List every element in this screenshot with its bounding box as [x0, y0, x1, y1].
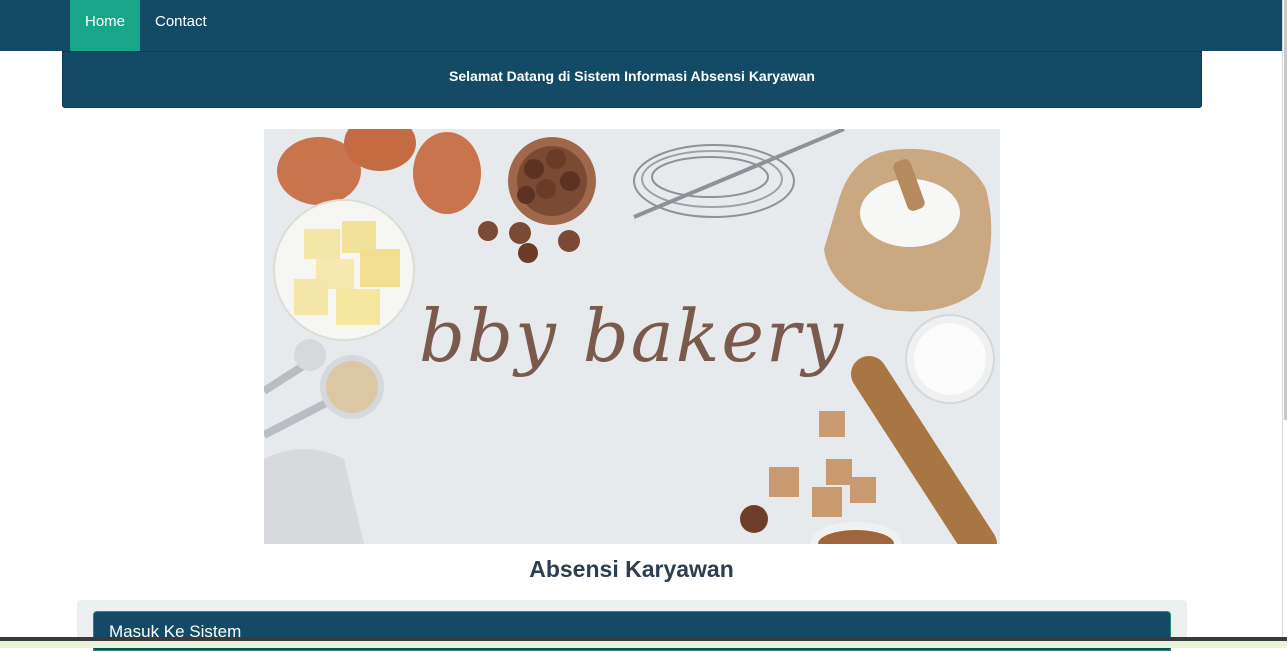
hero-illustration [264, 129, 1000, 544]
bakery-hero-image: bby bakery [264, 129, 1000, 544]
vertical-scrollbar[interactable] [1282, 0, 1287, 648]
nav-contact-link[interactable]: Contact [140, 0, 222, 51]
nav-home-link[interactable]: Home [70, 0, 140, 51]
welcome-banner: Selamat Datang di Sistem Informasi Absen… [62, 51, 1202, 108]
bottom-status-strip [0, 641, 1287, 648]
page-title: Absensi Karyawan [529, 556, 734, 582]
welcome-text: Selamat Datang di Sistem Informasi Absen… [449, 68, 815, 84]
top-navbar: Home Contact [0, 0, 1282, 51]
